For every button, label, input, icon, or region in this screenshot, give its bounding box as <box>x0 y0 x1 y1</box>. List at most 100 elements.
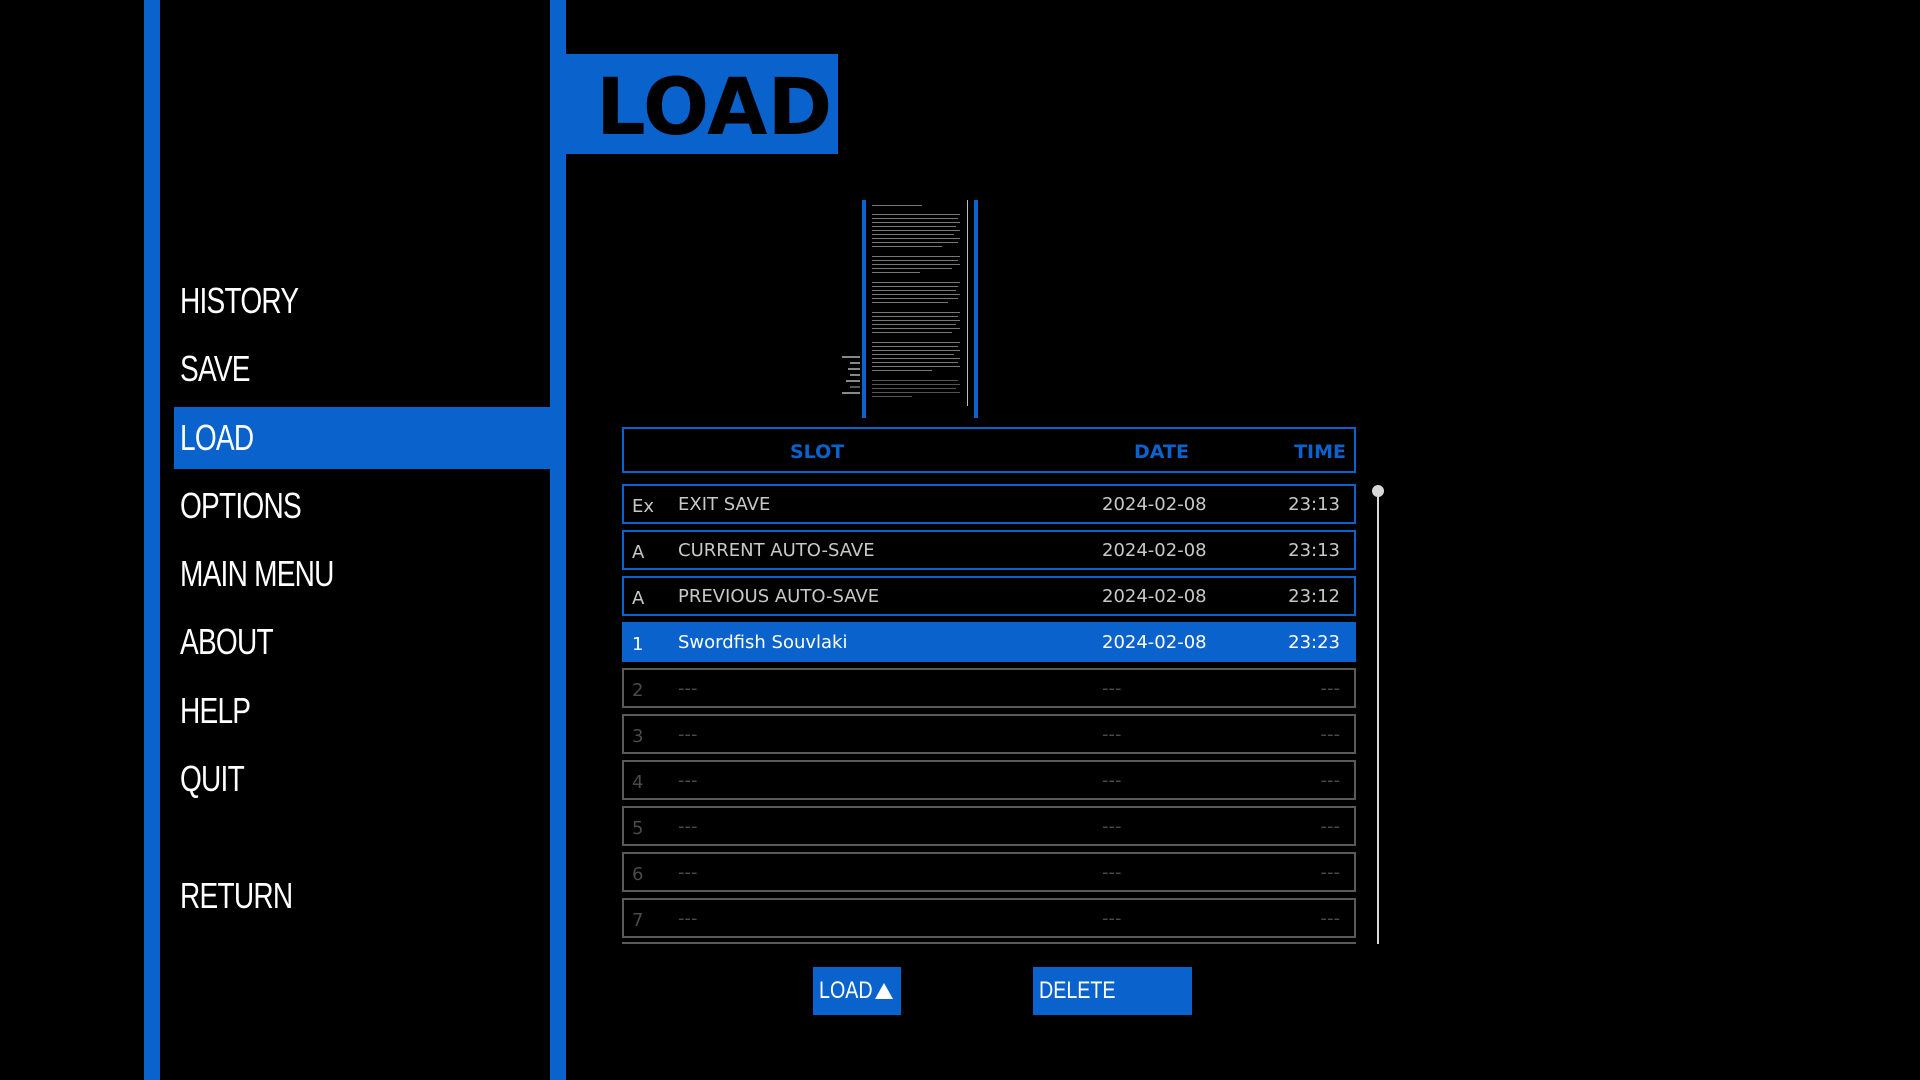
save-slot-row[interactable]: A PREVIOUS AUTO-SAVE 2024-02-08 23:12 <box>622 576 1356 616</box>
preview-text-line <box>872 268 952 269</box>
preview-text-line <box>872 392 960 393</box>
slot-date: --- <box>1102 724 1122 745</box>
preview-menu-line <box>850 386 860 388</box>
preview-text-line <box>872 260 958 261</box>
menu-item-save[interactable]: SAVE <box>174 338 550 400</box>
load-button-label: LOAD <box>819 977 873 1004</box>
preview-menu-line <box>850 362 860 364</box>
preview-text-line <box>872 234 954 235</box>
slot-date: --- <box>1102 770 1122 791</box>
preview-text-line <box>872 282 960 283</box>
preview-menu-line <box>842 392 860 394</box>
column-header-date: DATE <box>1134 441 1189 463</box>
slot-index: 7 <box>632 910 644 931</box>
save-slot-row-empty[interactable]: 3 --- --- --- <box>622 714 1356 754</box>
slot-name: --- <box>678 678 698 699</box>
menu-item-about[interactable]: ABOUT <box>174 611 550 673</box>
menu-item-options[interactable]: OPTIONS <box>174 475 550 537</box>
preview-text-line <box>872 350 960 351</box>
preview-text-line <box>872 264 960 265</box>
preview-right-bar <box>974 200 978 418</box>
slot-date: 2024-02-08 <box>1102 540 1207 561</box>
save-slot-row-empty[interactable]: 5 --- --- --- <box>622 806 1356 846</box>
arrow-up-icon <box>875 983 893 999</box>
preview-text-line <box>872 380 958 381</box>
preview-text-line <box>872 242 958 243</box>
slot-time: --- <box>1320 678 1341 699</box>
slot-index: 4 <box>632 772 644 793</box>
sidebar-right-bar <box>550 0 566 1080</box>
preview-text-line <box>872 230 960 231</box>
slot-index: Ex <box>632 496 655 517</box>
preview-text-line <box>872 222 960 223</box>
preview-text-line <box>872 256 960 257</box>
delete-selected-button[interactable]: DELETE SELECTED <box>1033 967 1192 1015</box>
menu-item-load[interactable]: LOAD <box>174 407 550 469</box>
menu-item-help[interactable]: HELP <box>174 680 550 742</box>
preview-text-line <box>872 342 960 343</box>
slot-name: Swordfish Souvlaki <box>678 632 848 653</box>
slot-name: --- <box>678 770 698 791</box>
sidebar-left-bar <box>144 0 160 1080</box>
preview-text-line <box>872 218 958 219</box>
preview-menu-line <box>846 380 860 382</box>
partial-row-edge <box>622 942 1356 944</box>
slot-name: --- <box>678 908 698 929</box>
slot-name: --- <box>678 724 698 745</box>
save-slot-row-empty[interactable]: 4 --- --- --- <box>622 760 1356 800</box>
menu-item-return[interactable]: RETURN <box>174 865 550 927</box>
slot-date: 2024-02-08 <box>1102 494 1207 515</box>
save-slot-row-empty[interactable]: 2 --- --- --- <box>622 668 1356 708</box>
save-slot-row[interactable]: Ex EXIT SAVE 2024-02-08 23:13 <box>622 484 1356 524</box>
preview-text-line <box>872 298 958 299</box>
slot-time: --- <box>1320 770 1341 791</box>
preview-text-line <box>872 320 960 321</box>
slot-index: 5 <box>632 818 644 839</box>
scrollbar-thumb[interactable] <box>1372 485 1384 497</box>
preview-menu-line <box>842 356 860 358</box>
preview-text-line <box>872 384 960 385</box>
preview-text-line <box>872 312 960 313</box>
slot-index: 3 <box>632 726 644 747</box>
slot-time: 23:13 <box>1288 494 1340 515</box>
preview-text-line <box>872 226 956 227</box>
load-button[interactable]: LOAD <box>813 967 901 1015</box>
preview-text-line <box>872 332 952 333</box>
preview-text-line <box>872 302 948 303</box>
slot-date: 2024-02-08 <box>1102 586 1207 607</box>
preview-text-line <box>872 238 960 239</box>
slot-list-scrollbar[interactable] <box>1377 490 1379 944</box>
menu-item-history[interactable]: HISTORY <box>174 270 550 332</box>
slot-time: --- <box>1320 724 1341 745</box>
preview-left-bar <box>862 200 866 418</box>
preview-text-line <box>872 358 960 359</box>
menu-item-main-menu[interactable]: MAIN MENU <box>174 543 550 605</box>
slot-date: --- <box>1102 908 1122 929</box>
save-preview-thumbnail <box>838 200 978 418</box>
preview-text-line <box>872 290 956 291</box>
preview-text-line <box>872 205 922 206</box>
slot-index: A <box>632 542 645 563</box>
slot-time: --- <box>1320 908 1341 929</box>
preview-text-line <box>872 246 942 247</box>
menu-item-quit[interactable]: QUIT <box>174 748 550 810</box>
slot-name: CURRENT AUTO-SAVE <box>678 540 875 561</box>
slot-name: --- <box>678 862 698 883</box>
save-slot-row-empty[interactable]: 6 --- --- --- <box>622 852 1356 892</box>
slot-name: PREVIOUS AUTO-SAVE <box>678 586 880 607</box>
page-title: LOAD <box>596 63 833 153</box>
slot-time: 23:23 <box>1288 632 1340 653</box>
preview-text-line <box>872 346 958 347</box>
preview-scrollbar <box>967 200 968 406</box>
slot-time: --- <box>1320 862 1341 883</box>
slot-date: --- <box>1102 862 1122 883</box>
column-header-slot: SLOT <box>790 441 845 463</box>
save-slot-row[interactable]: A CURRENT AUTO-SAVE 2024-02-08 23:13 <box>622 530 1356 570</box>
slot-date: --- <box>1102 678 1122 699</box>
preview-text-line <box>872 354 954 355</box>
save-table-header: SLOT DATE TIME <box>622 427 1356 473</box>
save-slot-row-selected[interactable]: 1 Swordfish Souvlaki 2024-02-08 23:23 <box>622 622 1356 662</box>
slot-index: 2 <box>632 680 644 701</box>
preview-text-line <box>872 316 958 317</box>
save-slot-row-empty[interactable]: 7 --- --- --- <box>622 898 1356 938</box>
